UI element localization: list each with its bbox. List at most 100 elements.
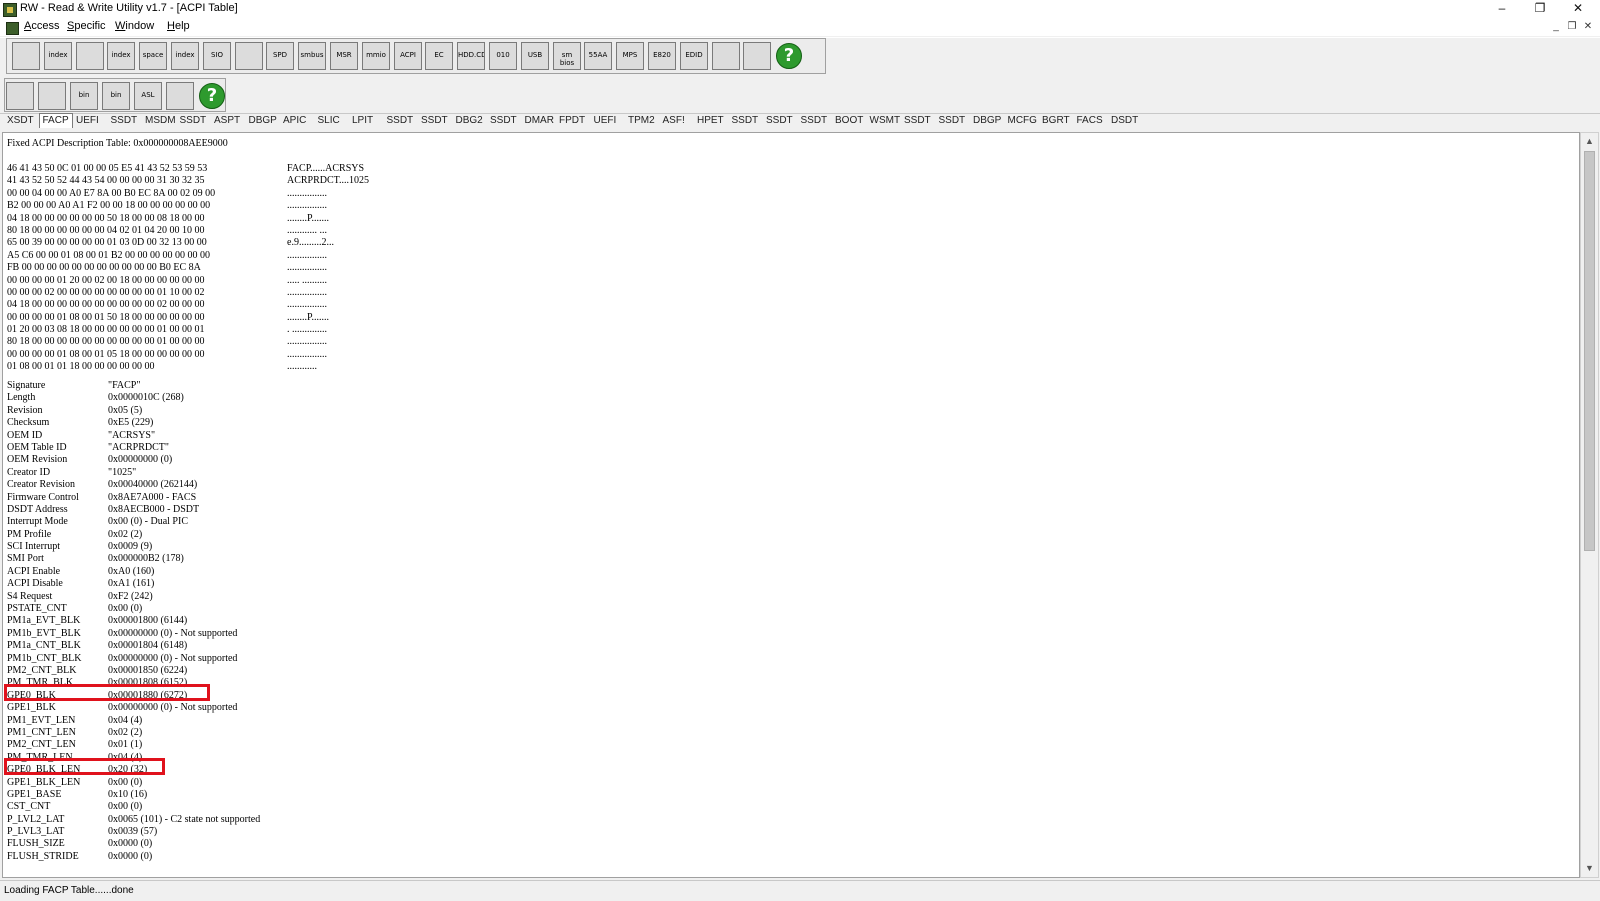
pci-index-icon[interactable]: index [44, 42, 72, 70]
menu-access[interactable]: Access [24, 20, 59, 32]
hex-ascii: ................ [287, 299, 327, 311]
tab-uefi[interactable]: UEFI [591, 114, 620, 128]
field-value: "ACRPRDCT" [108, 441, 169, 453]
tab-lpit[interactable]: LPIT [349, 114, 376, 128]
menu-help[interactable]: Help [167, 20, 190, 32]
mmio-icon[interactable]: mmio [362, 42, 390, 70]
sio-icon[interactable]: SIO [203, 42, 231, 70]
field-name: FLUSH_SIZE [7, 838, 65, 850]
tab-dbgp[interactable]: DBGP [246, 114, 280, 128]
field-row: OEM ID "ACRSYS" [7, 430, 260, 442]
save-icon[interactable] [6, 82, 34, 110]
bin-all-icon[interactable]: bin [102, 82, 130, 110]
tab-hpet[interactable]: HPET [694, 114, 727, 128]
tab-ssdt[interactable]: SSDT [487, 114, 520, 128]
field-row: S4 Request 0xF2 (242) [7, 591, 260, 603]
tab-ssdt[interactable]: SSDT [418, 114, 451, 128]
tab-dbgp[interactable]: DBGP [970, 114, 1004, 128]
field-row: PSTATE_CNT 0x00 (0) [7, 603, 260, 615]
hex-bytes: 00 00 00 00 01 08 00 01 50 18 00 00 00 0… [7, 311, 205, 323]
tab-facp[interactable]: FACP [38, 113, 73, 128]
tab-dsdt[interactable]: DSDT [1108, 114, 1141, 128]
tab-aspt[interactable]: ASPT [211, 114, 243, 128]
field-name: OEM Revision [7, 454, 68, 466]
cmos-icon[interactable]: 010 [489, 42, 517, 70]
bin-icon[interactable]: bin [70, 82, 98, 110]
edid-icon[interactable]: EDID [680, 42, 708, 70]
help-icon[interactable]: ? [198, 82, 226, 110]
mdi-close-button[interactable]: ✕ [1580, 19, 1596, 35]
tab-apic[interactable]: APIC [280, 114, 309, 128]
tab-xsdt[interactable]: XSDT [4, 114, 37, 128]
tab-ssdt[interactable]: SSDT [763, 114, 796, 128]
tab-ssdt[interactable]: SSDT [108, 114, 141, 128]
menu-window[interactable]: Window [115, 20, 154, 32]
tab-ssdt[interactable]: SSDT [936, 114, 969, 128]
close-button[interactable]: ✕ [1560, 0, 1596, 18]
55aa-icon[interactable]: 55AA [584, 42, 612, 70]
hdd-icon[interactable]: HDD.CD [457, 42, 485, 70]
menu-specific[interactable]: Specific [67, 20, 106, 32]
vertical-scrollbar[interactable]: ▲ ▼ [1580, 132, 1599, 878]
tab-slic[interactable]: SLIC [315, 114, 343, 128]
document-icon[interactable] [6, 22, 19, 35]
find-icon[interactable] [166, 82, 194, 110]
msr-icon[interactable]: MSR [330, 42, 358, 70]
usb-icon[interactable]: USB [521, 42, 549, 70]
smbios-icon[interactable]: sm bios [553, 42, 581, 70]
tab-asf[interactable]: ASF! [660, 114, 688, 128]
field-name: PM1b_CNT_BLK [7, 652, 82, 664]
scroll-up-icon[interactable]: ▲ [1581, 133, 1598, 150]
scroll-thumb[interactable] [1584, 151, 1595, 551]
save-all-icon[interactable] [38, 82, 66, 110]
mps-icon[interactable]: MPS [616, 42, 644, 70]
tab-ssdt[interactable]: SSDT [901, 114, 934, 128]
tab-ssdt[interactable]: SSDT [798, 114, 831, 128]
field-row: GPE1_BASE 0x10 (16) [7, 789, 260, 801]
acpi-icon[interactable]: ACPI [394, 42, 422, 70]
tab-ssdt[interactable]: SSDT [177, 114, 210, 128]
io-index-icon[interactable]: index [171, 42, 199, 70]
spd-icon[interactable]: SPD [266, 42, 294, 70]
table-view[interactable]: Fixed ACPI Description Table: 0x00000000… [2, 132, 1580, 878]
memory-icon[interactable] [76, 42, 104, 70]
hex-row: 00 00 00 00 01 08 00 01 50 18 00 00 00 0… [7, 312, 369, 324]
tab-mcfg[interactable]: MCFG [1005, 114, 1040, 128]
pci-icon[interactable] [12, 42, 40, 70]
field-value: 0x00 (0) [108, 801, 143, 813]
clock-icon[interactable] [235, 42, 263, 70]
field-name: Interrupt Mode [7, 516, 68, 528]
io-space-icon[interactable]: space [139, 42, 167, 70]
tab-ssdt[interactable]: SSDT [729, 114, 762, 128]
field-value: 0x01 (1) [108, 739, 143, 751]
tab-wsmt[interactable]: WSMT [867, 114, 904, 128]
memory-index-icon[interactable]: index [107, 42, 135, 70]
tab-tpm2[interactable]: TPM2 [625, 114, 658, 128]
table-toolbar [0, 76, 1600, 114]
field-name: PM2_CNT_BLK [7, 664, 77, 676]
restore-button[interactable]: ❐ [1522, 0, 1558, 18]
tab-boot[interactable]: BOOT [832, 114, 866, 128]
tab-dmar[interactable]: DMAR [522, 114, 557, 128]
device-icon[interactable] [743, 42, 771, 70]
mdi-minimize-button[interactable]: _ [1548, 19, 1564, 35]
e820-icon[interactable]: E820 [648, 42, 676, 70]
field-name: GPE1_BASE [7, 788, 62, 800]
help-icon[interactable]: ? [775, 42, 803, 70]
field-name: P_LVL2_LAT [7, 813, 65, 825]
tab-facs[interactable]: FACS [1074, 114, 1106, 128]
console-icon[interactable] [712, 42, 740, 70]
minimize-button[interactable]: – [1484, 0, 1520, 18]
field-name: PM1a_CNT_BLK [7, 640, 81, 652]
smbus-icon[interactable]: smbus [298, 42, 326, 70]
asl-icon[interactable]: ASL [134, 82, 162, 110]
ec-icon[interactable]: EC [425, 42, 453, 70]
tab-msdm[interactable]: MSDM [142, 114, 179, 128]
mdi-restore-button[interactable]: ❐ [1564, 19, 1580, 35]
scroll-down-icon[interactable]: ▼ [1581, 860, 1598, 877]
tab-ssdt[interactable]: SSDT [384, 114, 417, 128]
tab-fpdt[interactable]: FPDT [556, 114, 588, 128]
tab-bgrt[interactable]: BGRT [1039, 114, 1073, 128]
tab-dbg2[interactable]: DBG2 [453, 114, 486, 128]
tab-uefi[interactable]: UEFI [73, 114, 102, 128]
